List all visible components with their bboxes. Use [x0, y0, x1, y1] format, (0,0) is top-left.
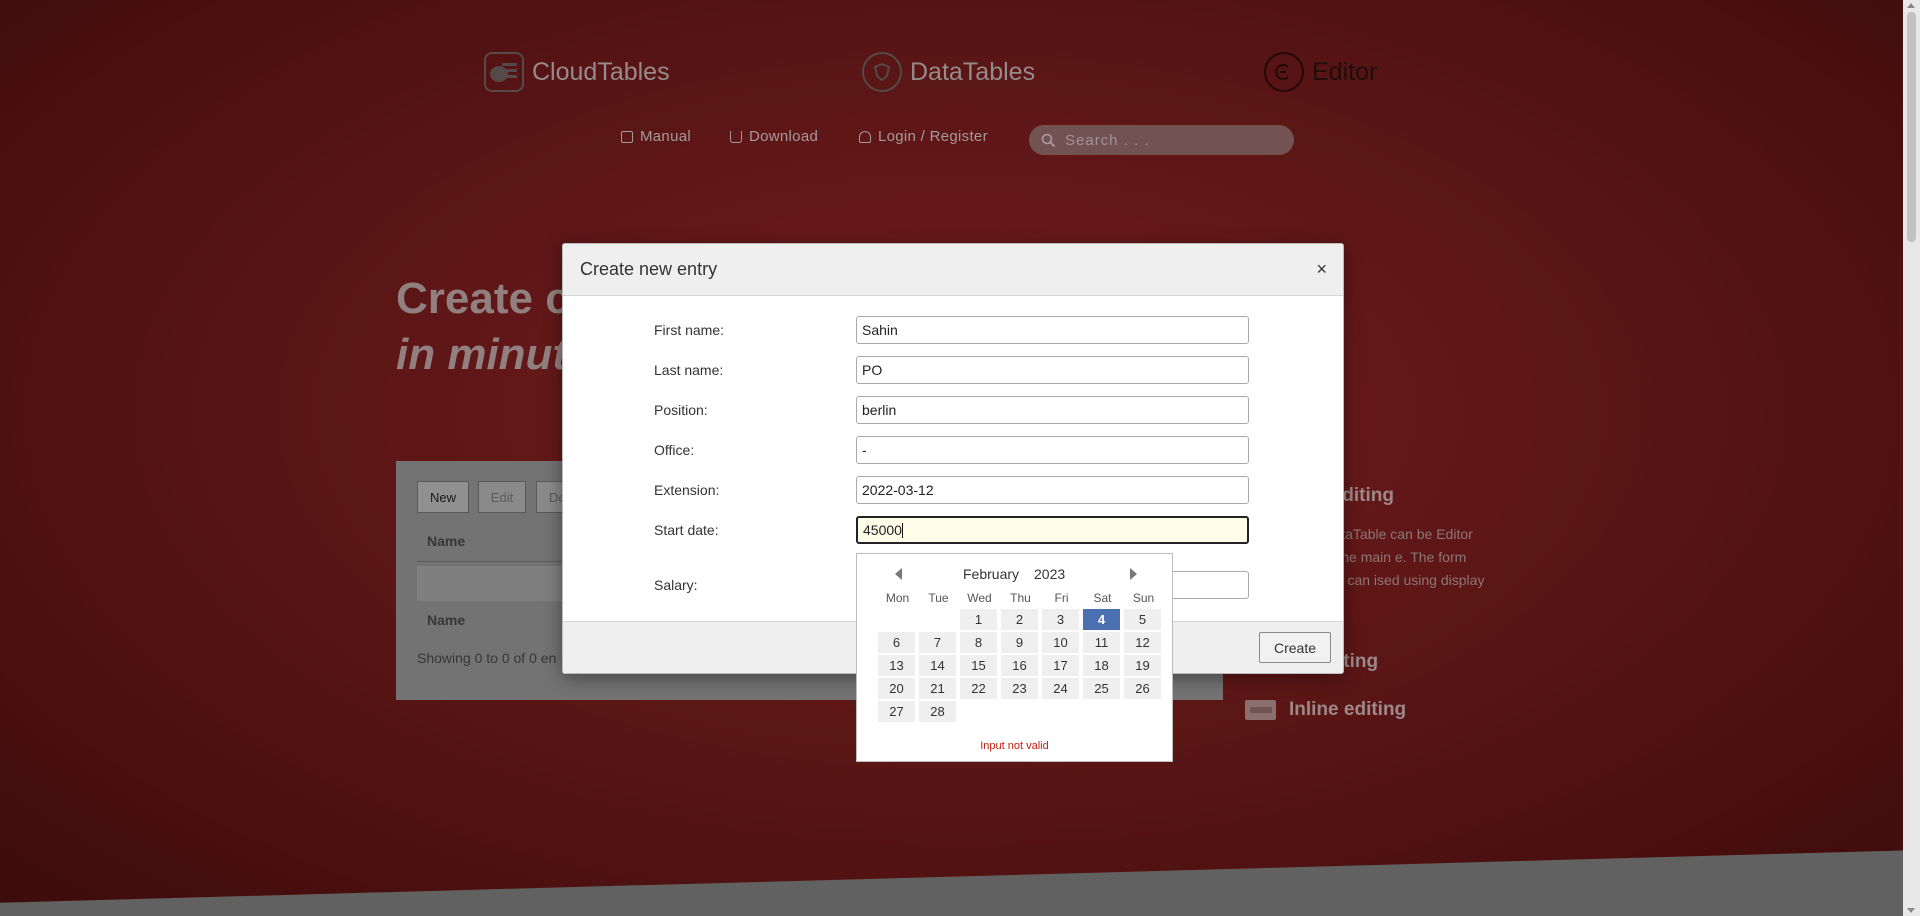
calendar-day[interactable]: 17 — [1042, 655, 1079, 676]
office-field[interactable]: - — [856, 436, 1249, 464]
calendar-day[interactable]: 3 — [1042, 609, 1079, 630]
weekday-header: Sun — [1132, 591, 1155, 605]
scrollbar-thumb[interactable] — [1907, 12, 1916, 242]
close-icon[interactable]: × — [1316, 259, 1327, 280]
first-name-label: First name: — [654, 322, 725, 338]
position-field[interactable]: berlin — [856, 396, 1249, 424]
last-name-label: Last name: — [654, 362, 724, 378]
calendar-day[interactable]: 11 — [1083, 632, 1120, 653]
weekday-header: Fri — [1054, 591, 1069, 605]
scroll-down-icon[interactable] — [1907, 908, 1915, 913]
previous-month-icon[interactable] — [895, 568, 902, 580]
salary-label: Salary: — [654, 577, 698, 593]
modal-title: Create new entry — [580, 259, 718, 279]
calendar-day[interactable]: 28 — [919, 701, 956, 722]
last-name-field[interactable]: PO — [856, 356, 1249, 384]
calendar-day[interactable]: 6 — [878, 632, 915, 653]
year-select[interactable]: 2023 — [1034, 566, 1065, 582]
calendar-day[interactable]: 12 — [1124, 632, 1161, 653]
page-scrollbar[interactable] — [1903, 0, 1920, 916]
position-label: Position: — [654, 402, 708, 418]
calendar-grid: Mon Tue Wed Thu Fri Sat Sun 1 2 3 4 5 6 7 8 9 10 1… — [877, 588, 1164, 723]
calendar-day[interactable]: 8 — [960, 632, 997, 653]
scroll-up-icon[interactable] — [1907, 3, 1915, 8]
office-label: Office: — [654, 442, 695, 458]
weekday-header: Thu — [1010, 591, 1031, 605]
first-name-field[interactable]: Sahin — [856, 316, 1249, 344]
calendar-day[interactable]: 14 — [919, 655, 956, 676]
calendar-day[interactable]: 24 — [1042, 678, 1079, 699]
calendar-day[interactable]: 4 — [1083, 609, 1120, 630]
calendar-day[interactable]: 2 — [1001, 609, 1038, 630]
calendar-day[interactable]: 21 — [919, 678, 956, 699]
calendar-day[interactable]: 18 — [1083, 655, 1120, 676]
date-picker: February 2023 Mon Tue Wed Thu Fri Sat Su… — [856, 553, 1173, 762]
month-select[interactable]: February — [963, 566, 1019, 582]
calendar-day[interactable]: 1 — [960, 609, 997, 630]
calendar-day[interactable]: 9 — [1001, 632, 1038, 653]
calendar-day[interactable]: 22 — [960, 678, 997, 699]
calendar-day[interactable]: 10 — [1042, 632, 1079, 653]
calendar-day[interactable]: 13 — [878, 655, 915, 676]
extension-label: Extension: — [654, 482, 720, 498]
start-date-label: Start date: — [654, 522, 719, 538]
error-message: Input not valid — [980, 740, 1049, 752]
modal-header: Create new entry × — [563, 244, 1343, 296]
calendar-day[interactable]: 26 — [1124, 678, 1161, 699]
calendar-day[interactable]: 23 — [1001, 678, 1038, 699]
extension-field[interactable]: 2022-03-12 — [856, 476, 1249, 504]
start-date-field[interactable]: 45000 — [856, 516, 1249, 544]
calendar-day[interactable]: 7 — [919, 632, 956, 653]
create-button[interactable]: Create — [1259, 632, 1331, 663]
weekday-header: Tue — [928, 591, 949, 605]
calendar-day[interactable]: 20 — [878, 678, 915, 699]
calendar-day[interactable]: 5 — [1124, 609, 1161, 630]
calendar-day[interactable]: 27 — [878, 701, 915, 722]
weekday-header: Wed — [967, 591, 992, 605]
weekday-header: Mon — [885, 591, 910, 605]
next-month-icon[interactable] — [1130, 568, 1137, 580]
text-cursor — [901, 522, 903, 538]
calendar-day[interactable]: 15 — [960, 655, 997, 676]
calendar-day[interactable]: 25 — [1083, 678, 1120, 699]
calendar-day[interactable]: 16 — [1001, 655, 1038, 676]
weekday-header: Sat — [1093, 591, 1112, 605]
start-date-value: 45000 — [863, 522, 902, 538]
calendar-day[interactable]: 19 — [1124, 655, 1161, 676]
